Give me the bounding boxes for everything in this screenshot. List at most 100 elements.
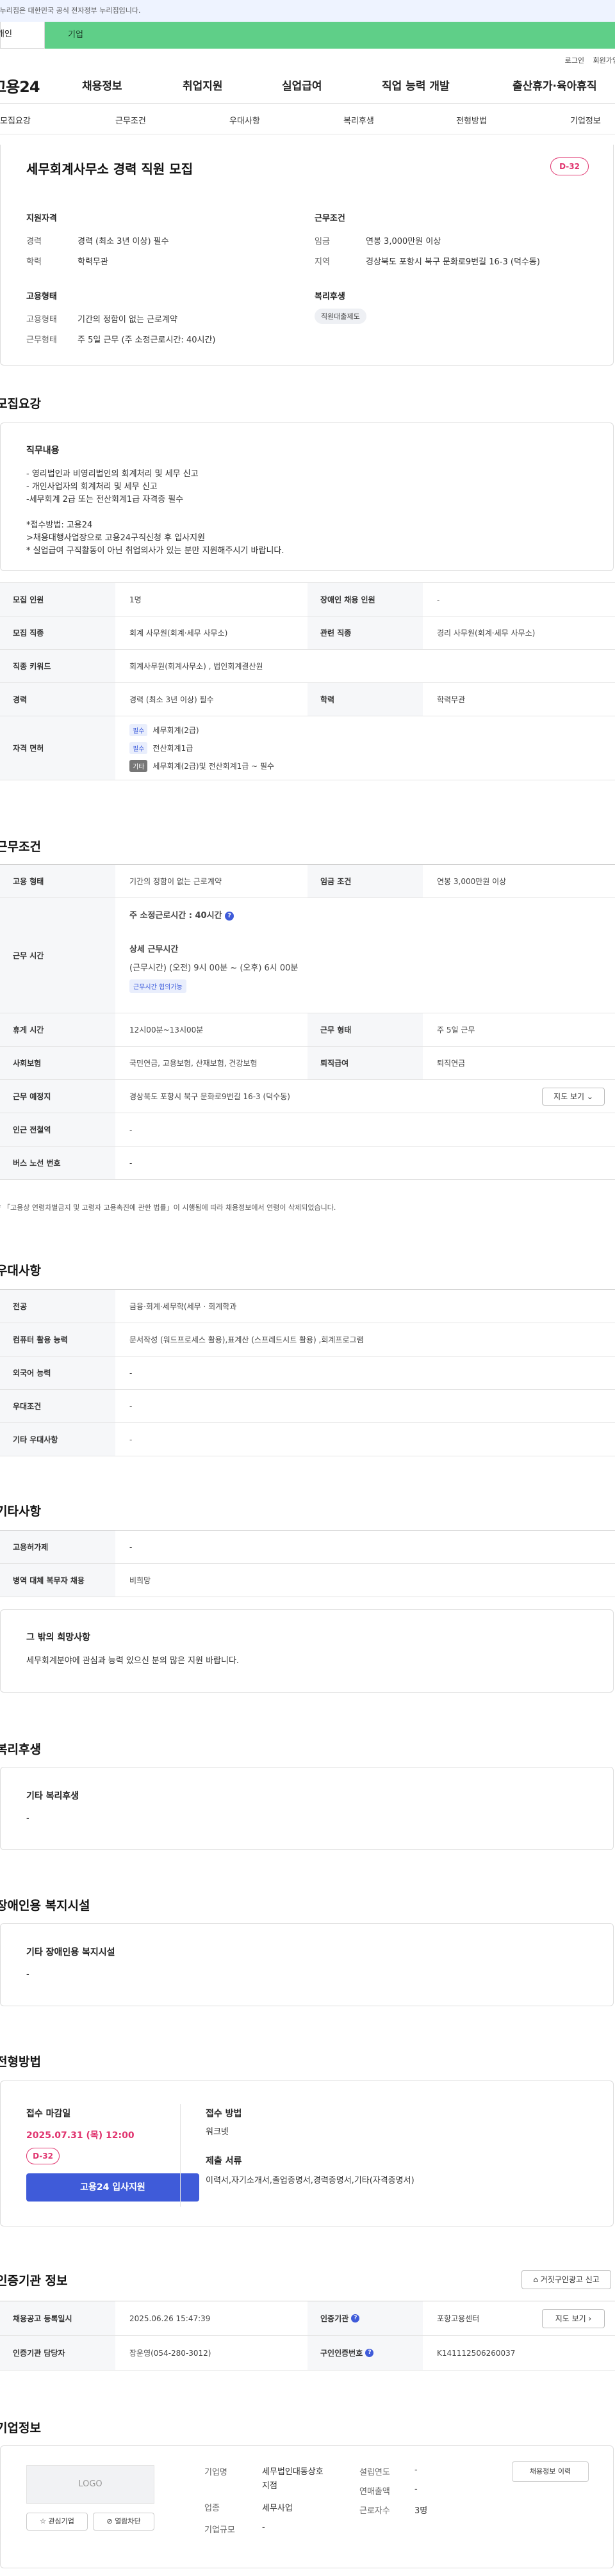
- agency-label: 인증기관 ?: [308, 2301, 423, 2335]
- disabled-facility-box-value: -: [26, 1970, 29, 1979]
- anchor-welfare[interactable]: 복리후생: [343, 114, 374, 126]
- welfare-heading: 복리후생: [315, 292, 345, 302]
- qualification-heading: 지원자격: [26, 214, 57, 223]
- military-value: 비희망: [129, 1576, 151, 1585]
- work-form-label: 근무형태: [26, 335, 57, 345]
- weekly-hours-text: 주 소정근로시간 : 40시간: [129, 911, 222, 921]
- anchor-company[interactable]: 기업정보: [570, 114, 601, 126]
- detail-hours-title: 상세 근무시간: [129, 945, 179, 954]
- agency-label-text: 인증기관: [320, 2314, 349, 2323]
- emp-type-label: 고용 형태: [0, 865, 115, 898]
- agency-section-title: 인증기관 정보: [0, 2274, 68, 2288]
- emp-type-value: 기간의 정함이 없는 근로계약: [129, 877, 222, 886]
- dday-badge: D-32: [550, 157, 589, 175]
- agency-value: 포항고용센터: [437, 2314, 480, 2323]
- info-icon[interactable]: ?: [351, 2314, 360, 2322]
- deadline-value: 2025.07.31 (목) 12:00: [26, 2130, 135, 2141]
- gnb-menu-jobs[interactable]: 채용정보: [82, 77, 122, 93]
- agency-map-button-label: 지도 보기: [555, 2314, 586, 2323]
- work-form-row-label: 근무 형태: [308, 1013, 423, 1046]
- employment-type-value: 기간의 정함이 없는 근로계약: [78, 315, 177, 325]
- company-name-label: 기업명: [204, 2468, 227, 2477]
- employment-heading: 고용형태: [26, 292, 57, 302]
- anchor-preference[interactable]: 우대사항: [229, 114, 260, 126]
- tab-person-label: 개인: [0, 29, 12, 39]
- welfare-section-title: 복리후생: [0, 1743, 41, 1757]
- wage-cond-value: 연봉 3,000만원 이상: [437, 877, 507, 886]
- table-row: 기타 우대사항 -: [0, 1423, 615, 1456]
- tab-person[interactable]: 개인: [0, 22, 45, 49]
- preference-table: 전공 금융·회계·세무학(세무 · 회계학과 컴퓨터 활용 능력 문서작성 (워…: [0, 1289, 615, 1456]
- age-notice-text: * 「고용상 연령차별금지 및 고령자 고용촉진에 관한 법률」이 시행됨에 따…: [0, 1203, 336, 1212]
- table-row: 고용허가제 -: [0, 1531, 615, 1564]
- tab-company[interactable]: 기업: [45, 22, 615, 49]
- method-title: 접수 방법: [206, 2109, 242, 2119]
- cert-id-value: K141112506260037: [437, 2348, 516, 2358]
- company-size-value: -: [262, 2523, 265, 2532]
- job-summary-card: 세무회계사무소 경력 직원 모집 D-32 지원자격 경력 경력 (최소 3년 …: [0, 145, 614, 366]
- industry-value: 세무사업: [262, 2504, 293, 2513]
- join-link[interactable]: 회원가입: [593, 55, 615, 65]
- education-value: 학력무관: [78, 257, 108, 267]
- disabled-hire-value: -: [437, 595, 440, 604]
- recruit-section-title: 모집요강: [0, 397, 41, 411]
- anchor-selection[interactable]: 전형방법: [456, 114, 487, 126]
- related-job-value: 경리 사무원(회계·세무 사무소): [437, 629, 536, 638]
- job-history-button[interactable]: 채용정보 이력: [512, 2461, 589, 2482]
- manager-value: 장운영(054-280-3012): [129, 2349, 211, 2358]
- login-link[interactable]: 로그인: [565, 55, 584, 65]
- license-item: 필수 전산회계1급: [129, 742, 193, 754]
- duty-title: 직무내용: [26, 446, 60, 456]
- wage-value: 연봉 3,000만원 이상: [366, 237, 441, 246]
- company-name-value: 세무법인대동상호 지점: [262, 2467, 324, 2491]
- job-keyword-value: 회계사무원(회계사무소) , 법인회계결산원: [129, 662, 263, 671]
- site-logo[interactable]: 고용24: [0, 74, 40, 97]
- gnb-menu-unemployment-benefit[interactable]: 실업급여: [282, 77, 322, 93]
- agency-table: 채용공고 등록일시 2025.06.26 15:47:39 인증기관 ? 포항고…: [0, 2301, 615, 2371]
- cert-id-label: 구인인증번호 ?: [308, 2336, 423, 2370]
- company-size-label: 기업규모: [204, 2525, 235, 2535]
- info-icon[interactable]: ?: [365, 2349, 374, 2357]
- manager-label: 인증기관 담당자: [0, 2336, 115, 2370]
- headcount-label: 모집 인원: [0, 583, 115, 616]
- agency-map-button[interactable]: 지도 보기 ›: [542, 2309, 605, 2328]
- report-fake-ad-button[interactable]: ⌂ 거짓구인광고 신고: [521, 2270, 611, 2289]
- disabled-facility-box: 기타 장애인용 복지시설 -: [0, 1923, 614, 2006]
- star-icon: ☆: [40, 2517, 46, 2525]
- gov-banner: 이 누리집은 대한민국 공식 전자정부 누리집입니다.: [0, 0, 615, 22]
- other-pref-value: -: [129, 1435, 133, 1444]
- pref-condition-label: 우대조건: [0, 1390, 115, 1422]
- welfare-box-value: -: [26, 1814, 29, 1823]
- docs-value: 이력서,자기소개서,졸업증명서,경력증명서,기타(자격증명서): [206, 2176, 414, 2186]
- license-item: 필수 세무회계(2급): [129, 724, 199, 736]
- apply-button[interactable]: 고용24 입사지원: [26, 2173, 199, 2202]
- employees-value: 3명: [414, 2506, 428, 2516]
- chevron-down-icon: ⌄: [586, 1092, 593, 1101]
- insurance-label: 사회보험: [0, 1047, 115, 1079]
- work-heading: 근무조건: [315, 214, 345, 223]
- gnb-menu-employment-support[interactable]: 취업지원: [183, 77, 223, 93]
- computer-value: 문서작성 (워드프로세스 활용),표계산 (스프레드시트 활용) ,회계프로그램: [129, 1335, 364, 1344]
- favorite-company-button[interactable]: ☆ 관심기업: [26, 2513, 88, 2531]
- hours-negotiable-tag: 근무시간 협의가능: [129, 979, 186, 993]
- anchor-conditions[interactable]: 근무조건: [115, 114, 146, 126]
- block-view-button[interactable]: ⊘ 열람차단: [93, 2513, 154, 2531]
- location-map-button[interactable]: 지도 보기 ⌄: [542, 1088, 605, 1106]
- bus-value: -: [129, 1158, 133, 1168]
- deadline-title: 접수 마감일: [26, 2109, 71, 2119]
- job-category-label: 모집 직종: [0, 616, 115, 649]
- company-section-title: 기업정보: [0, 2421, 41, 2435]
- anchor-recruit[interactable]: 모집요강: [0, 114, 31, 126]
- recruit-table: 모집 인원 1명 장애인 채용 인원 - 모집 직종 회계 사무원(회계·세무 …: [0, 583, 615, 780]
- gnb-menu-training[interactable]: 직업 능력 개발: [382, 77, 450, 93]
- severance-label: 퇴직급여: [308, 1047, 423, 1079]
- permit-value: -: [129, 1542, 133, 1552]
- gnb-menu-parental-leave[interactable]: 출산휴가·육아휴직: [512, 77, 597, 93]
- wage-label: 임금: [315, 237, 330, 246]
- reg-date-label: 채용공고 등록일시: [0, 2301, 115, 2335]
- info-icon[interactable]: ?: [225, 911, 234, 921]
- map-button-label: 지도 보기: [554, 1092, 585, 1101]
- career-row-value: 경력 (최소 3년 이상) 필수: [129, 695, 214, 704]
- table-row: 휴게 시간 12시00분~13시00분 근무 형태 주 5일 근무: [0, 1013, 615, 1047]
- table-row: 모집 직종 회계 사무원(회계·세무 사무소) 관련 직종 경리 사무원(회계·…: [0, 616, 615, 650]
